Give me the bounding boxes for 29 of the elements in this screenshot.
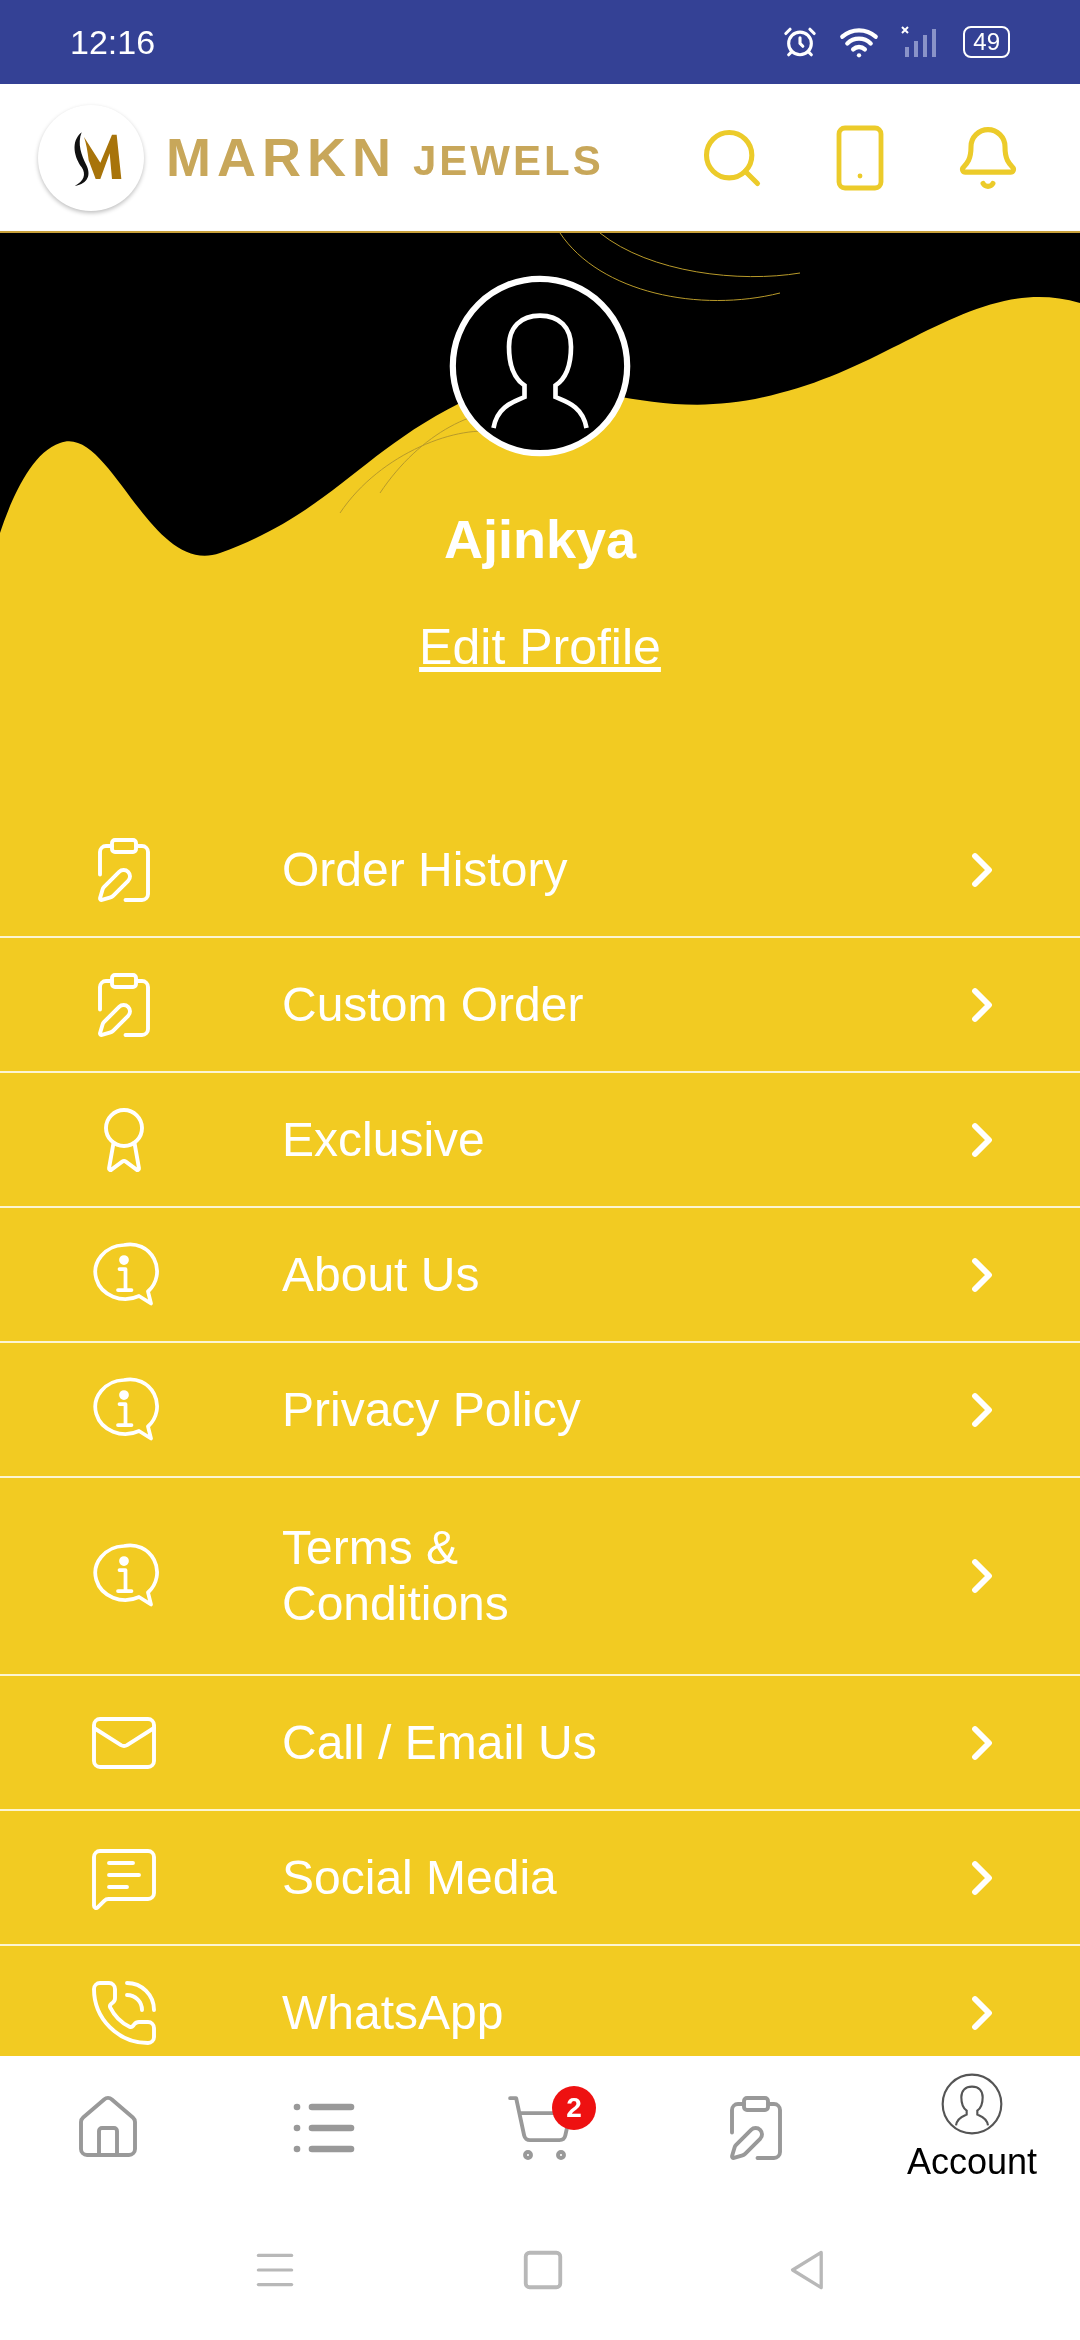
menu-label: Exclusive — [282, 1111, 486, 1168]
account-icon — [940, 2072, 1004, 2136]
menu-item[interactable]: About Us — [0, 1208, 1080, 1343]
menu-item[interactable]: Call / Email Us — [0, 1676, 1080, 1811]
nav-tab[interactable]: 2 — [432, 2056, 648, 2200]
profile-name: Ajinkya — [443, 508, 637, 571]
menu-item[interactable]: Order History — [0, 803, 1080, 938]
alarm-icon — [783, 25, 818, 59]
menu-item[interactable]: Exclusive — [0, 1073, 1080, 1208]
avatar-icon — [447, 273, 633, 459]
menu-item[interactable]: Terms & Conditions — [0, 1478, 1080, 1676]
menu-item[interactable]: Custom Order — [0, 938, 1080, 1073]
battery-level: 49 — [963, 26, 1010, 58]
menu-label: Social Media — [282, 1849, 558, 1906]
menu-item[interactable]: Social Media — [0, 1811, 1080, 1946]
menu-label: About Us — [282, 1246, 481, 1303]
menu-label: Privacy Policy — [282, 1381, 582, 1438]
brand-name: MARKN — [166, 126, 397, 189]
status-time: 12:16 — [70, 21, 156, 63]
edit-profile-link[interactable]: Edit Profile — [419, 610, 661, 685]
menu-label: Custom Order — [282, 976, 585, 1033]
cart-badge: 2 — [552, 2086, 596, 2130]
brand-suffix: JEWELS — [413, 136, 604, 186]
menu-label: Call / Email Us — [282, 1714, 598, 1771]
nav-tab[interactable]: Account — [864, 2056, 1080, 2200]
menu-label: Order History — [282, 841, 569, 898]
menu-label: WhatsApp — [282, 1984, 505, 2041]
menu-item[interactable]: Privacy Policy — [0, 1343, 1080, 1478]
menu-label: Terms & Conditions — [282, 1520, 510, 1632]
